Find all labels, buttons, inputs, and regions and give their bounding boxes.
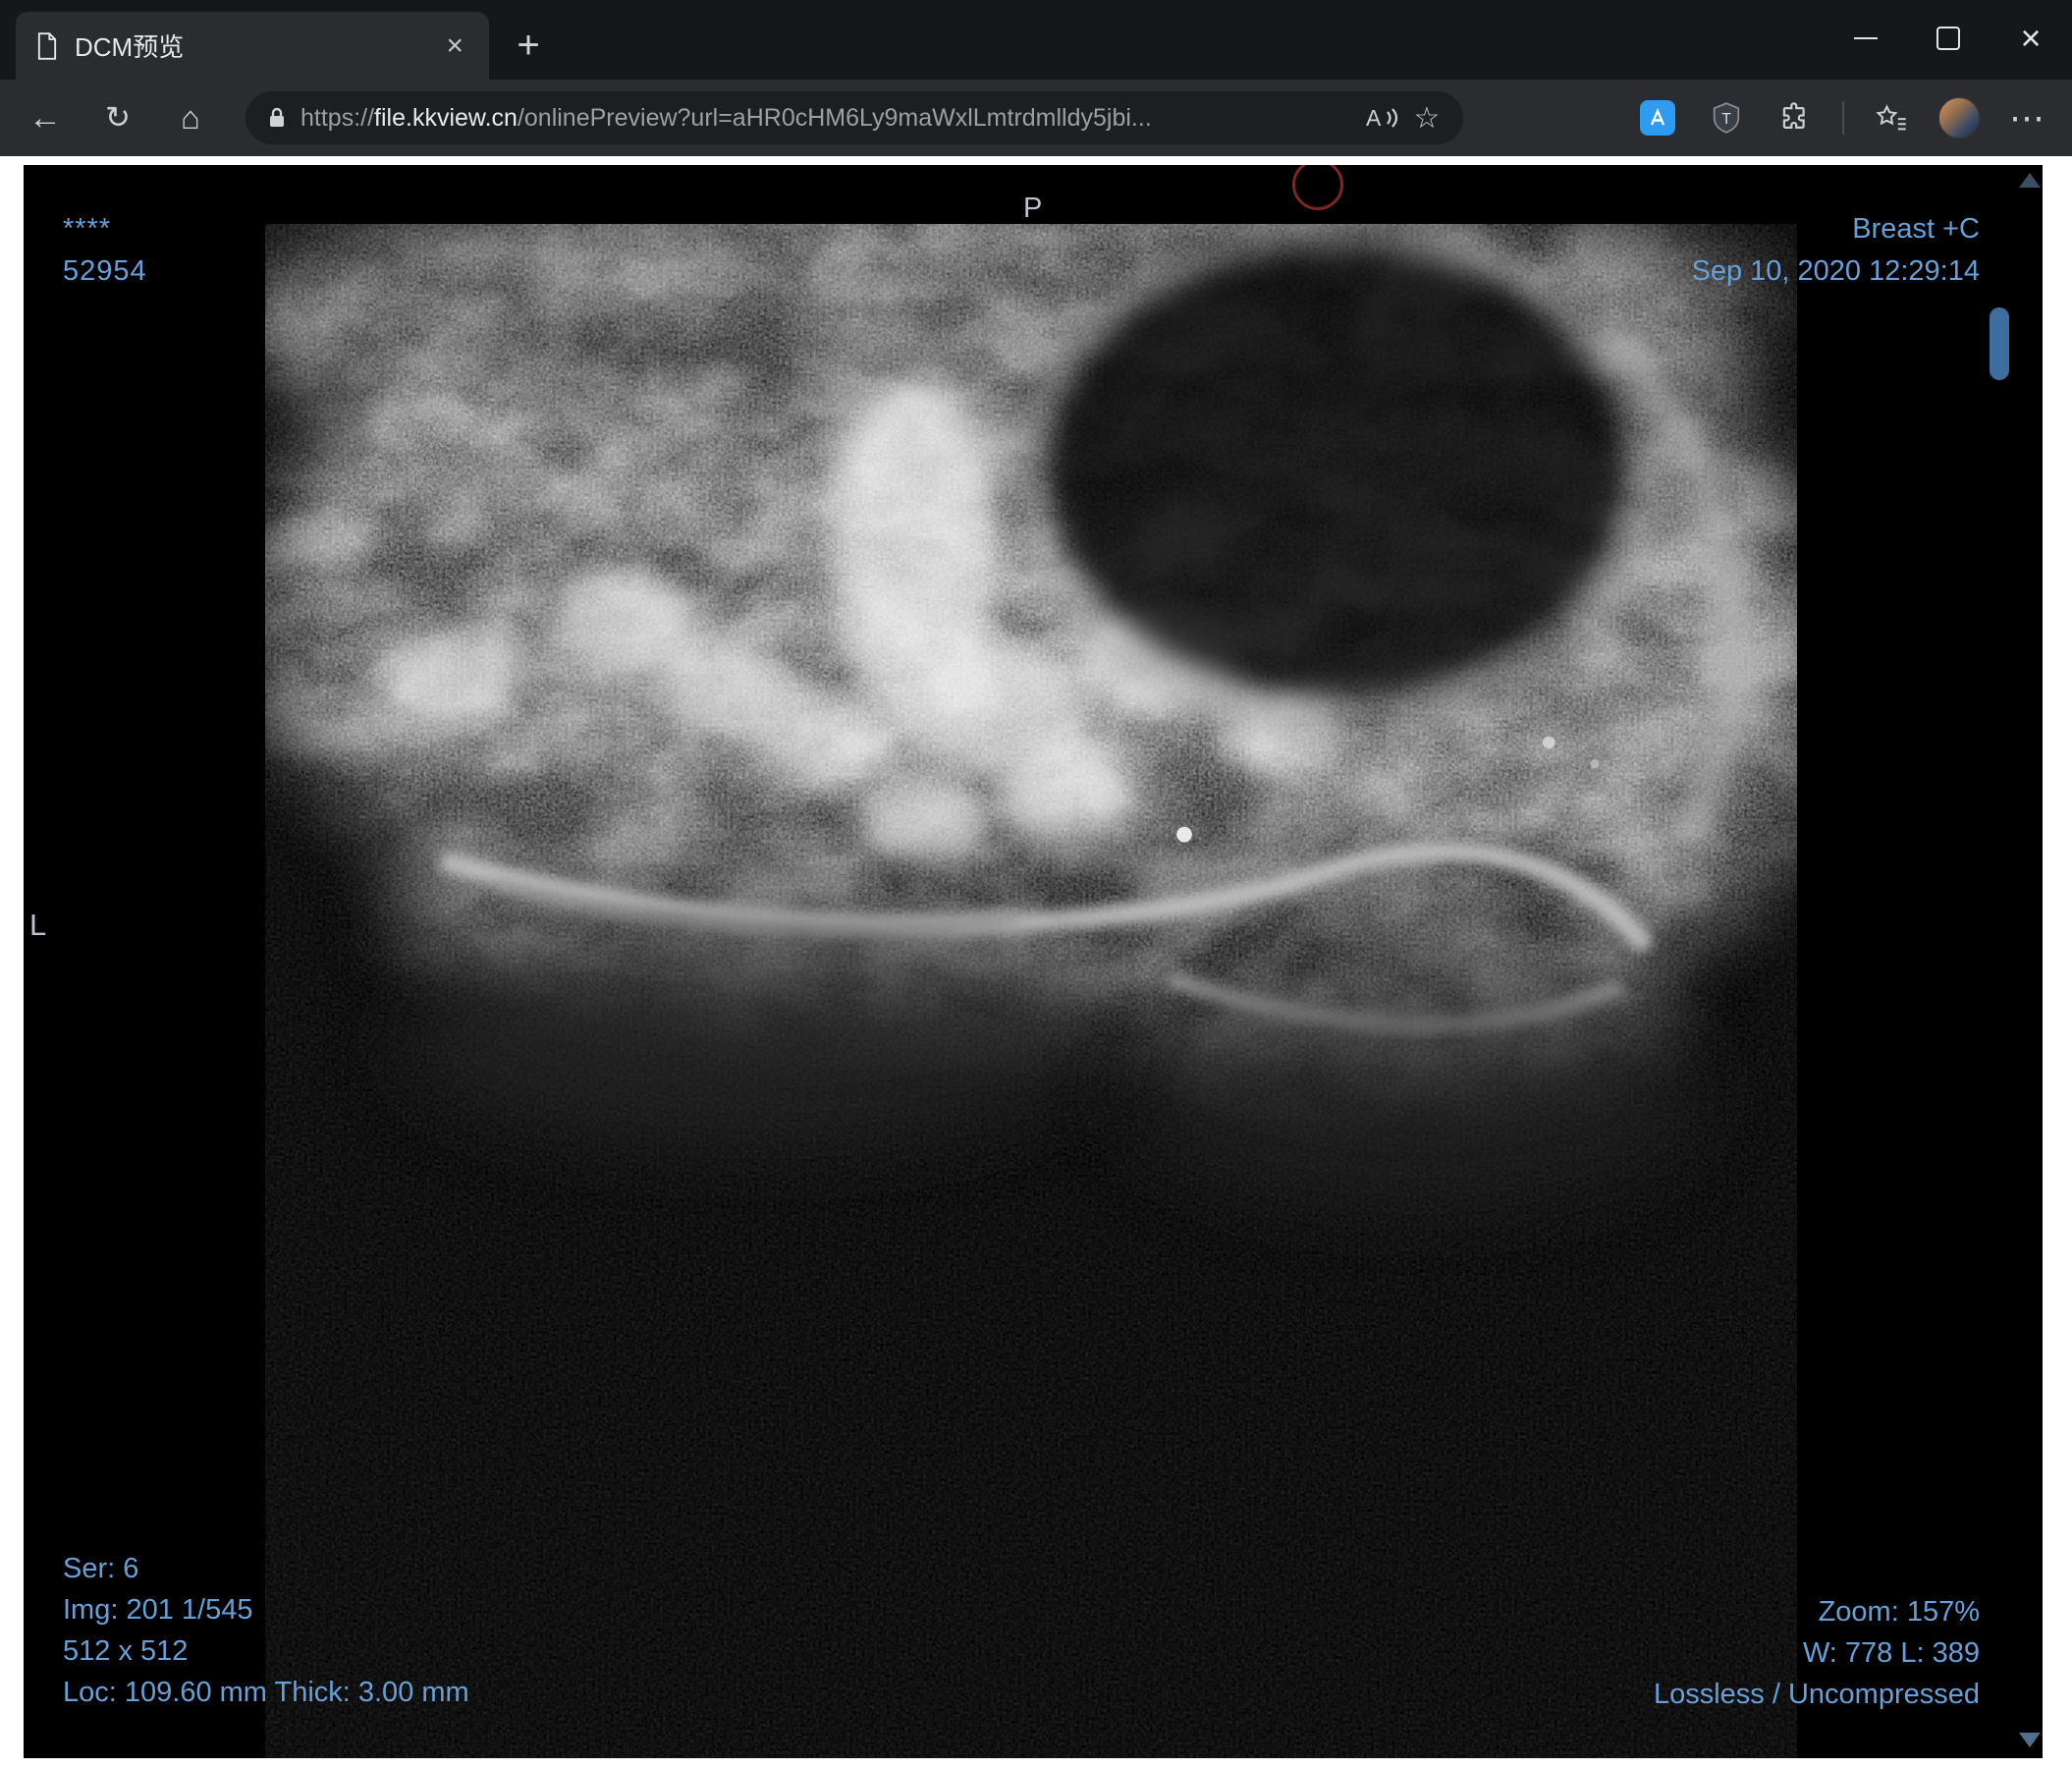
compression-info: Lossless / Uncompressed: [1653, 1679, 1980, 1710]
close-icon: ×: [2020, 18, 2042, 58]
minimize-icon: [1854, 37, 1878, 39]
window-minimize-button[interactable]: [1825, 0, 1907, 77]
dicom-viewport[interactable]: **** 52954 Breast +C Sep 10, 2020 12:29:14…: [24, 165, 2043, 1758]
url-path: /onlinePreview?url=aHR0cHM6Ly9maWxlLmtrd…: [517, 103, 1152, 132]
patient-info-overlay: **** 52954: [63, 208, 147, 293]
maximize-icon: [1936, 27, 1960, 50]
address-bar[interactable]: https://file.kkview.cn/onlinePreview?url…: [245, 91, 1463, 144]
favorite-star-button[interactable]: ☆: [1404, 95, 1449, 140]
url-host: file.kkview.cn: [374, 103, 518, 132]
tab-close-button[interactable]: ×: [440, 30, 469, 61]
browser-window: DCM预览 × + × ← ↻ ⌂ https://file.kkview.cn…: [0, 0, 2072, 1768]
image-index: Img: 201 1/545: [63, 1594, 253, 1626]
study-description: Breast +C: [1852, 213, 1980, 245]
display-info-overlay: Zoom: 157% W: 778 L: 389 Lossless / Uncomp…: [1654, 1591, 1980, 1715]
window-controls: ×: [1825, 0, 2072, 77]
window-level: W: 778 L: 389: [1802, 1637, 1980, 1669]
slice-location: Loc: 109.60 mm Thick: 3.00 mm: [63, 1677, 469, 1708]
patient-name-masked: ****: [63, 213, 112, 245]
viewer-scrollbar-thumb[interactable]: [1990, 307, 2009, 380]
scroll-down-button[interactable]: [2019, 1733, 2041, 1747]
zoom-level: Zoom: 157%: [1818, 1596, 1980, 1628]
shield-extension-icon: T: [1713, 102, 1740, 134]
window-close-button[interactable]: ×: [1990, 0, 2072, 77]
series-number: Ser: 6: [63, 1553, 139, 1584]
browser-tab[interactable]: DCM预览 ×: [16, 12, 489, 80]
page-content: **** 52954 Breast +C Sep 10, 2020 12:29:14…: [0, 156, 2072, 1768]
patient-id: 52954: [63, 255, 147, 287]
shield-extension-button[interactable]: T: [1705, 96, 1748, 139]
svg-text:T: T: [1721, 111, 1731, 128]
read-aloud-icon: A: [1366, 105, 1398, 131]
document-favicon-icon: [37, 31, 57, 60]
refresh-button[interactable]: ↻: [86, 86, 149, 149]
orientation-marker-posterior: P: [1023, 193, 1043, 224]
home-button[interactable]: ⌂: [159, 86, 222, 149]
settings-menu-button[interactable]: ⋯: [2005, 96, 2048, 139]
browser-toolbar: ← ↻ ⌂ https://file.kkview.cn/onlinePrevi…: [0, 80, 2072, 156]
study-datetime: Sep 10, 2020 12:29:14: [1691, 255, 1980, 287]
toolbar-divider: [1842, 101, 1844, 135]
mri-image[interactable]: [265, 224, 1797, 1758]
tab-strip: DCM预览 × + ×: [0, 0, 2072, 80]
translate-extension-icon: [1640, 100, 1675, 136]
orientation-marker-left: L: [29, 908, 47, 942]
image-matrix: 512 x 512: [63, 1635, 189, 1667]
puzzle-extensions-icon: [1782, 102, 1805, 129]
toolbar-extensions: T ⋯: [1636, 96, 2048, 139]
back-button[interactable]: ←: [14, 86, 77, 149]
tab-title: DCM预览: [75, 32, 185, 62]
new-tab-button[interactable]: +: [503, 20, 554, 71]
window-maximize-button[interactable]: [1907, 0, 1990, 77]
read-aloud-button[interactable]: A: [1359, 95, 1404, 140]
url-scheme: https://: [300, 103, 375, 132]
favorites-hub-button[interactable]: [1870, 96, 1913, 139]
series-info-overlay: Ser: 6 Img: 201 1/545 512 x 512 Loc: 109.60…: [63, 1548, 469, 1713]
url-text: https://file.kkview.cn/onlinePreview?url…: [300, 104, 1359, 133]
svg-text:A: A: [1366, 105, 1382, 131]
translate-extension-button[interactable]: [1636, 96, 1679, 139]
lock-icon[interactable]: [267, 106, 287, 130]
roi-annotation-circle[interactable]: [1292, 165, 1343, 210]
scroll-up-button[interactable]: [2019, 173, 2041, 188]
profile-avatar[interactable]: [1938, 97, 1980, 138]
study-info-overlay: Breast +C Sep 10, 2020 12:29:14: [1692, 208, 1980, 293]
extensions-button[interactable]: [1773, 96, 1817, 139]
favorites-list-icon: [1876, 104, 1906, 131]
